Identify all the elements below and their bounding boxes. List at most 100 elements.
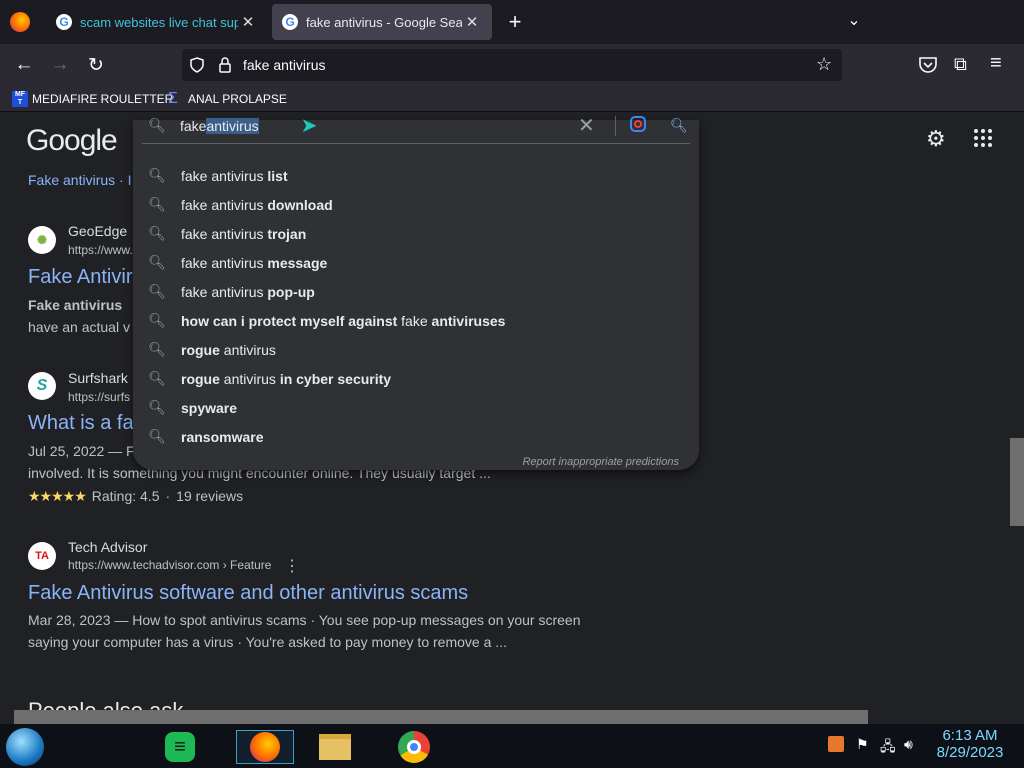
result-site-name: Tech Advisor	[68, 539, 148, 555]
suggestion-text: fake antivirus	[181, 196, 264, 213]
result-snippet: Fake antivirus	[28, 297, 123, 313]
firefox-menu-icon[interactable]	[10, 12, 30, 32]
text-cursor-arrow-icon: ➤	[300, 115, 318, 137]
suggestion-text: fake antivirus	[181, 225, 264, 242]
suggestion-item[interactable]: 🔍︎ fake antivirus pop-up	[133, 277, 699, 306]
firefox-taskbar-icon[interactable]	[236, 730, 294, 764]
suggestion-text: fake antivirus	[181, 254, 264, 271]
bookmark-mediafire-rouletter[interactable]: MF T MEDIAFIRE ROULETTER	[12, 90, 173, 108]
scrollbar-thumb[interactable]	[14, 710, 868, 724]
search-icon: 🔍︎	[148, 196, 166, 212]
tab-fake-antivirus[interactable]: G fake antivirus - Google Search ✕	[272, 4, 492, 40]
suggestion-bold: rogue	[181, 370, 220, 387]
chrome-icon[interactable]	[397, 730, 431, 764]
list-tabs-chevron-icon[interactable]: ⌄	[842, 10, 866, 34]
tab-title: fake antivirus - Google Search	[306, 14, 462, 30]
rating-stars-icon: ★★★★★	[28, 488, 87, 504]
suggestion-item[interactable]: 🔍︎ fake antivirus message	[133, 248, 699, 277]
result-url[interactable]: https://www.techadvisor.com › Feature	[68, 558, 271, 572]
surfshark-favicon-icon: S	[28, 372, 56, 400]
suggestion-bold: message	[267, 254, 328, 271]
navigation-toolbar: ← → ↻ fake antivirus ☆ ⧉ ≡	[0, 44, 1024, 86]
network-icon[interactable]: 🖧	[880, 736, 896, 760]
suggestion-bold: in cyber security	[279, 370, 392, 387]
suggestion-bold: ransomware	[181, 428, 264, 445]
google-g-icon: G	[282, 14, 298, 30]
suggestion-text: fake	[401, 312, 428, 329]
clear-search-icon[interactable]: ✕	[578, 113, 595, 138]
people-also-ask-heading: People also ask	[28, 698, 183, 710]
bookmark-anal-prolapse[interactable]: Σ ANAL PROLAPSE	[168, 90, 287, 108]
clock-date: 8/29/2023	[936, 744, 1004, 761]
search-icon: 🔍︎	[148, 225, 166, 241]
search-icon: 🔍︎	[148, 254, 166, 270]
chip-label: Fake antivirus	[28, 172, 116, 188]
bookmark-star-icon[interactable]: ☆	[816, 54, 832, 75]
suggestion-item[interactable]: 🔍︎ spyware	[133, 393, 699, 422]
apps-grid-icon[interactable]	[974, 129, 992, 147]
tab-title: scam websites live chat support	[80, 14, 238, 30]
result-snippet: Jul 25, 2022 — F	[28, 443, 135, 459]
search-query-selected: antivirus	[206, 117, 259, 134]
mediafire-bookmark-icon: MF T	[12, 91, 28, 107]
lock-icon[interactable]	[218, 57, 232, 73]
search-icon: 🔍︎	[148, 312, 166, 328]
file-explorer-icon[interactable]	[318, 730, 352, 764]
bookmark-label: ANAL PROLAPSE	[188, 92, 287, 106]
search-icon: 🔍︎	[148, 283, 166, 299]
pocket-icon[interactable]	[918, 56, 938, 74]
search-chip[interactable]: Fake antivirus · I	[28, 172, 132, 188]
geoedge-favicon-icon: ✺	[28, 226, 56, 254]
result-title-link[interactable]: Fake Antivirus software and other antivi…	[28, 582, 468, 605]
start-orb-icon[interactable]	[6, 728, 44, 766]
tray-app-icon[interactable]	[828, 736, 844, 752]
report-predictions-link[interactable]: Report inappropriate predictions	[522, 456, 679, 468]
suggestion-item[interactable]: 🔍︎ fake antivirus list	[133, 161, 699, 190]
address-bar[interactable]: fake antivirus ☆	[182, 49, 842, 81]
extensions-puzzle-icon[interactable]: ⧉	[954, 54, 967, 75]
google-lens-icon[interactable]	[629, 115, 647, 137]
result-url[interactable]: https://www.	[68, 243, 133, 257]
horizontal-scrollbar[interactable]	[14, 710, 1010, 724]
suggestion-item[interactable]: 🔍︎ fake antivirus download	[133, 190, 699, 219]
clock[interactable]: 6:13 AM 8/29/2023	[930, 727, 1010, 761]
suggestion-item[interactable]: 🔍︎ rogue antivirus in cyber security	[133, 364, 699, 393]
notes-app-icon[interactable]: ≡	[163, 730, 197, 764]
result-title-link[interactable]: What is a fa	[28, 412, 134, 435]
action-center-flag-icon[interactable]: ⚑	[856, 736, 869, 753]
result-url[interactable]: https://surfs	[68, 390, 130, 404]
suggestion-text: antivirus	[223, 370, 276, 387]
suggestion-item[interactable]: 🔍︎ ransomware	[133, 422, 699, 451]
volume-icon[interactable]: 🔊︎	[904, 736, 913, 753]
search-suggestions-dropdown: 🔍︎ fake antivirus ➤ ✕ 🔍︎ 🔍︎ fake antiviru…	[133, 115, 699, 470]
hamburger-menu-icon[interactable]: ≡	[990, 52, 1002, 75]
suggestion-item[interactable]: 🔍︎ fake antivirus trojan	[133, 219, 699, 248]
close-tab-icon[interactable]: ✕	[462, 13, 482, 31]
forward-arrow-icon[interactable]: →	[42, 44, 78, 86]
scrollbar-thumb[interactable]	[1010, 438, 1024, 526]
back-arrow-icon[interactable]: ←	[6, 44, 42, 86]
suggestion-item[interactable]: 🔍︎ rogue antivirus	[133, 335, 699, 364]
search-box[interactable]: 🔍︎ fake antivirus ➤ ✕ 🔍︎	[142, 108, 690, 144]
search-icon: 🔍︎	[148, 117, 166, 133]
taskbar	[0, 724, 1024, 768]
search-submit-icon[interactable]: 🔍︎	[670, 117, 688, 134]
close-tab-icon[interactable]: ✕	[238, 13, 258, 31]
google-logo[interactable]: Google	[26, 124, 118, 158]
result-snippet: Mar 28, 2023 — How to spot antivirus sca…	[28, 612, 581, 628]
more-options-icon[interactable]: ⋮	[284, 556, 300, 576]
shield-icon[interactable]	[189, 57, 205, 73]
new-tab-icon[interactable]: +	[504, 10, 526, 34]
suggestion-text: fake antivirus	[181, 167, 264, 184]
suggestion-bold: download	[267, 196, 333, 213]
rating-reviews: 19 reviews	[176, 488, 244, 504]
vertical-scrollbar[interactable]	[1010, 112, 1024, 712]
settings-gear-icon[interactable]: ⚙	[926, 126, 946, 152]
reload-icon[interactable]: ↻	[78, 44, 114, 86]
tab-scam-websites[interactable]: G scam websites live chat support ✕	[46, 4, 268, 40]
suggestion-bold: rogue	[181, 341, 220, 358]
google-g-icon: G	[56, 14, 72, 30]
suggestion-item[interactable]: 🔍︎ how can i protect myself against fake …	[133, 306, 699, 335]
suggestion-text: fake antivirus	[181, 283, 264, 300]
result-title-link[interactable]: Fake Antivir	[28, 266, 132, 289]
